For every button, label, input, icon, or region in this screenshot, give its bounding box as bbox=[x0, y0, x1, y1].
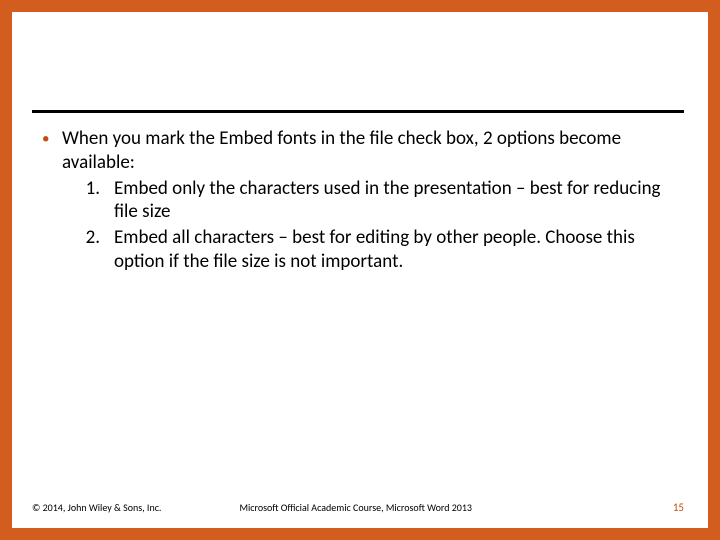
list-text: Embed all characters – best for editing … bbox=[114, 226, 678, 274]
bullet-icon: • bbox=[42, 127, 62, 274]
header-space bbox=[12, 12, 708, 110]
list-number: 2. bbox=[82, 226, 114, 274]
content-area: • When you mark the Embed fonts in the f… bbox=[12, 113, 708, 274]
bullet-item: • When you mark the Embed fonts in the f… bbox=[42, 127, 678, 274]
list-number: 1. bbox=[82, 177, 114, 225]
footer: © 2014, John Wiley & Sons, Inc. Microsof… bbox=[12, 501, 708, 514]
footer-copyright: © 2014, John Wiley & Sons, Inc. bbox=[32, 501, 161, 514]
numbered-list: 1. Embed only the characters used in the… bbox=[62, 177, 678, 274]
page-number: 15 bbox=[673, 501, 684, 514]
bullet-text-block: When you mark the Embed fonts in the fil… bbox=[62, 127, 678, 274]
bullet-lead: When you mark the Embed fonts in the fil… bbox=[62, 127, 621, 174]
list-text: Embed only the characters used in the pr… bbox=[114, 177, 678, 225]
slide: • When you mark the Embed fonts in the f… bbox=[12, 12, 708, 528]
footer-course: Microsoft Official Academic Course, Micr… bbox=[161, 501, 672, 514]
list-item: 1. Embed only the characters used in the… bbox=[82, 177, 678, 225]
list-item: 2. Embed all characters – best for editi… bbox=[82, 226, 678, 274]
